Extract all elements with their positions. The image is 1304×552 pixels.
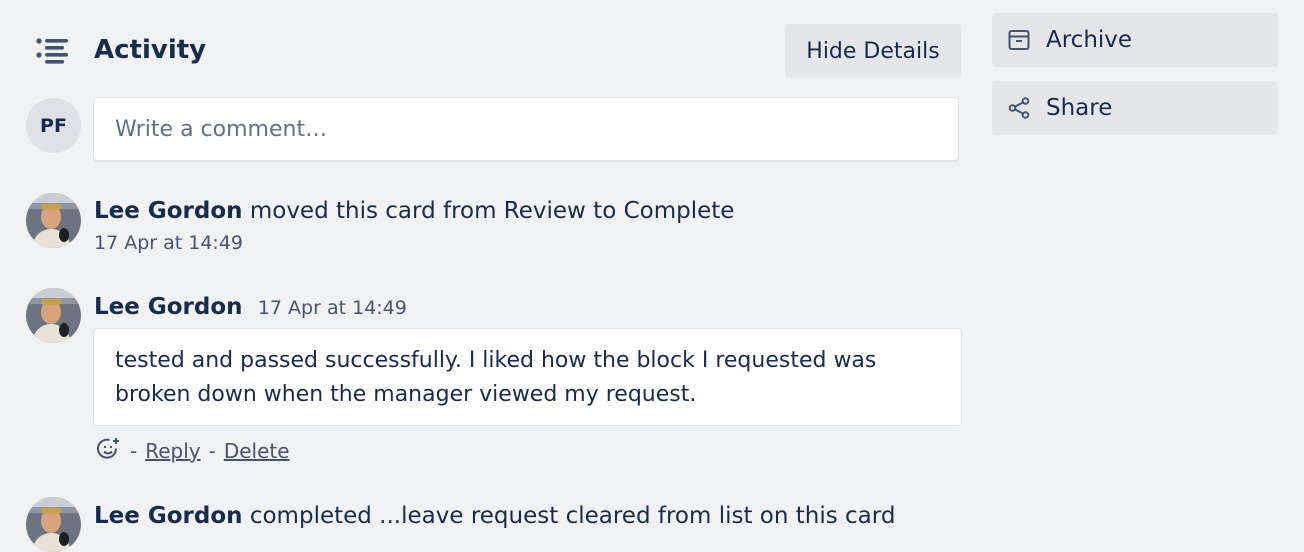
archive-button[interactable]: Archive bbox=[992, 13, 1278, 67]
share-icon bbox=[1006, 95, 1032, 121]
separator: - bbox=[130, 439, 138, 463]
author-name[interactable]: Lee Gordon bbox=[94, 503, 243, 529]
comment-header: Lee Gordon 17 Apr at 14:49 bbox=[94, 291, 407, 324]
activity-entry-text: Lee Gordon completed ...leave request cl… bbox=[94, 500, 895, 532]
hide-details-button[interactable]: Hide Details bbox=[785, 24, 961, 78]
add-reaction-icon[interactable] bbox=[96, 436, 122, 467]
author-name[interactable]: Lee Gordon bbox=[94, 294, 243, 320]
current-user-avatar[interactable]: PF bbox=[26, 98, 81, 153]
comment-input[interactable] bbox=[93, 97, 959, 161]
activity-action: moved this card from Review to Complete bbox=[249, 198, 735, 224]
comment-timestamp[interactable]: 17 Apr at 14:49 bbox=[258, 297, 407, 319]
share-button[interactable]: Share bbox=[992, 81, 1278, 135]
comment-actions: - Reply - Delete bbox=[96, 436, 290, 466]
reply-link[interactable]: Reply bbox=[145, 439, 200, 463]
author-name[interactable]: Lee Gordon bbox=[94, 198, 243, 224]
author-avatar[interactable] bbox=[26, 288, 81, 343]
comment-body: tested and passed successfully. I liked … bbox=[93, 328, 962, 426]
separator: - bbox=[208, 439, 216, 463]
archive-label: Archive bbox=[1046, 27, 1133, 53]
activity-action: completed ...leave request cleared from … bbox=[249, 503, 896, 529]
author-avatar[interactable] bbox=[26, 497, 81, 552]
delete-link[interactable]: Delete bbox=[224, 439, 290, 463]
activity-title: Activity bbox=[94, 35, 207, 65]
activity-list-icon bbox=[34, 34, 72, 68]
activity-timestamp[interactable]: 17 Apr at 14:49 bbox=[94, 232, 243, 254]
activity-entry-text: Lee Gordon moved this card from Review t… bbox=[94, 195, 734, 227]
share-label: Share bbox=[1046, 95, 1113, 121]
archive-box-icon bbox=[1006, 27, 1032, 53]
author-avatar[interactable] bbox=[26, 193, 81, 248]
